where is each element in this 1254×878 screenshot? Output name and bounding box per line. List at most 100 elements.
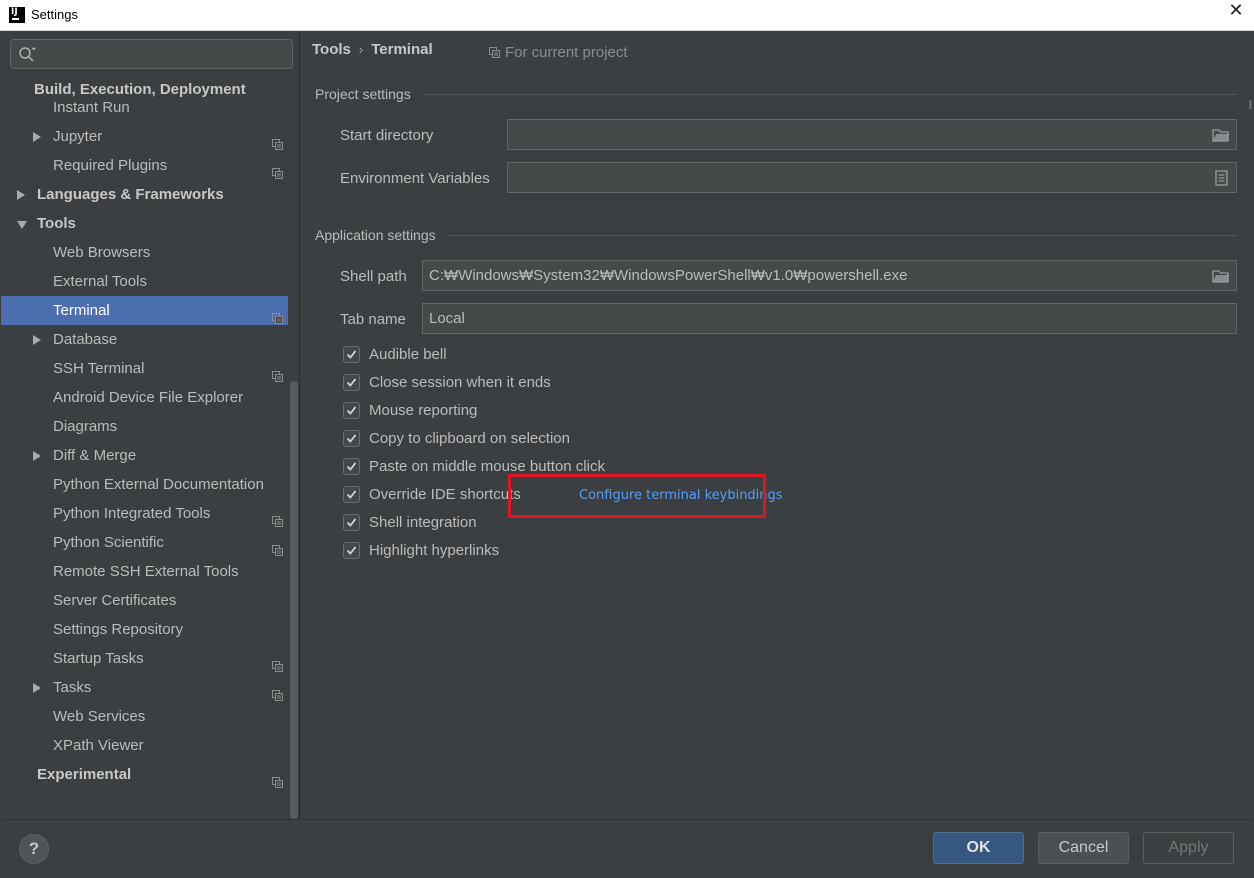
sidebar-item-startup-tasks[interactable]: Startup Tasks (1, 644, 288, 673)
sidebar-item-tools[interactable]: Tools (1, 209, 288, 238)
settings-sidebar: Gradle-Android CompilerInstant RunJupyte… (1, 31, 300, 819)
project-scope-icon (272, 131, 283, 150)
sidebar-scrollbar[interactable] (290, 381, 298, 819)
sidebar-item-diagrams[interactable]: Diagrams (1, 412, 288, 441)
tab-name-label: Tab name (340, 311, 406, 328)
window-titlebar: IJ Settings ✕ (0, 0, 1254, 31)
settings-content: Tools › Terminal For current project Proje… (301, 31, 1253, 819)
search-input[interactable] (10, 39, 293, 69)
checkbox-label: Audible bell (369, 346, 447, 363)
scope-indicator: For current project (489, 44, 628, 61)
sidebar-item-python-external-documentation[interactable]: Python External Documentation (1, 470, 288, 499)
sidebar-item-languages-frameworks[interactable]: Languages & Frameworks (1, 180, 288, 209)
content-scroll-marker (1249, 100, 1252, 109)
checkbox-label: Close session when it ends (369, 374, 551, 391)
sidebar-item-terminal[interactable]: Terminal (1, 296, 288, 325)
sidebar-item-jupyter[interactable]: Jupyter (1, 122, 288, 151)
project-scope-icon (272, 682, 283, 701)
sidebar-item-ssh-terminal[interactable]: SSH Terminal (1, 354, 288, 383)
folder-icon[interactable] (1212, 268, 1230, 284)
help-button[interactable]: ? (19, 834, 49, 864)
sidebar-item-label: Diagrams (53, 418, 118, 435)
shell-path-field[interactable]: C:₩Windows₩System32₩WindowsPowerShell₩v1… (422, 260, 1237, 291)
app-logo-icon: IJ (9, 7, 25, 23)
sidebar-item-label: Server Certificates (53, 592, 177, 609)
folder-icon[interactable] (1212, 127, 1230, 143)
section-divider (423, 94, 1236, 95)
project-scope-icon (272, 363, 283, 382)
sidebar-item-remote-ssh-external-tools[interactable]: Remote SSH External Tools (1, 557, 288, 586)
sidebar-item-label: Settings Repository (53, 621, 184, 638)
sidebar-item-label: External Tools (53, 273, 147, 290)
project-scope-icon (272, 653, 283, 672)
sidebar-item-android-device-file-explorer[interactable]: Android Device File Explorer (1, 383, 288, 412)
sidebar-item-label: Tasks (53, 679, 92, 696)
breadcrumb-parent[interactable]: Tools (312, 41, 351, 58)
cancel-button[interactable]: Cancel (1038, 832, 1129, 864)
expand-arrow-icon[interactable] (33, 683, 41, 693)
breadcrumb-current: Terminal (371, 41, 433, 58)
sidebar-item-label: Android Device File Explorer (53, 389, 244, 406)
sidebar-item-label: Python Integrated Tools (53, 505, 211, 522)
checkbox[interactable] (343, 374, 360, 391)
ok-button[interactable]: OK (933, 832, 1024, 864)
tree-sticky-header[interactable]: Build, Execution, Deployment (1, 77, 288, 99)
close-window-button[interactable]: ✕ (1218, 0, 1254, 31)
start-directory-label: Start directory (340, 127, 434, 144)
expand-arrow-icon[interactable] (33, 451, 41, 461)
checkbox[interactable] (343, 486, 360, 503)
expand-arrow-icon[interactable] (33, 335, 41, 345)
checkbox[interactable] (343, 430, 360, 447)
sidebar-item-diff-merge[interactable]: Diff & Merge (1, 441, 288, 470)
sidebar-item-python-integrated-tools[interactable]: Python Integrated Tools (1, 499, 288, 528)
project-scope-icon (272, 769, 283, 788)
sidebar-item-python-scientific[interactable]: Python Scientific (1, 528, 288, 557)
start-directory-field[interactable] (507, 119, 1237, 150)
checkbox[interactable] (343, 402, 360, 419)
project-scope-icon (272, 537, 283, 556)
window-title: Settings (31, 7, 78, 22)
sidebar-item-required-plugins[interactable]: Required Plugins (1, 151, 288, 180)
expand-arrow-icon[interactable] (17, 190, 25, 200)
sidebar-item-settings-repository[interactable]: Settings Repository (1, 615, 288, 644)
project-scope-icon (272, 305, 283, 324)
sidebar-item-web-services[interactable]: Web Services (1, 702, 288, 731)
application-settings-title: Application settings (315, 227, 436, 243)
checkbox-label: Mouse reporting (369, 402, 478, 419)
checkbox[interactable] (343, 458, 360, 475)
sidebar-item-experimental[interactable]: Experimental (1, 760, 288, 789)
settings-tree: Gradle-Android CompilerInstant RunJupyte… (1, 77, 299, 819)
tab-name-field[interactable]: Local (422, 303, 1237, 334)
dialog-footer: ? OK Cancel Apply (1, 819, 1253, 877)
sidebar-item-external-tools[interactable]: External Tools (1, 267, 288, 296)
sidebar-item-server-certificates[interactable]: Server Certificates (1, 586, 288, 615)
sidebar-item-label: Database (53, 331, 118, 348)
project-scope-icon (489, 47, 500, 58)
expand-arrow-icon[interactable] (33, 132, 41, 142)
sidebar-item-label: Required Plugins (53, 157, 168, 174)
environment-variables-field[interactable] (507, 162, 1237, 193)
sidebar-item-xpath-viewer[interactable]: XPath Viewer (1, 731, 288, 760)
collapse-arrow-icon[interactable] (17, 221, 27, 229)
sidebar-item-label: Startup Tasks (53, 650, 144, 667)
sidebar-item-label: SSH Terminal (53, 360, 145, 377)
sidebar-item-label: Diff & Merge (53, 447, 137, 464)
checkbox[interactable] (343, 514, 360, 531)
sidebar-item-tasks[interactable]: Tasks (1, 673, 288, 702)
project-settings-title: Project settings (315, 86, 411, 102)
checkbox[interactable] (343, 542, 360, 559)
sidebar-item-database[interactable]: Database (1, 325, 288, 354)
breadcrumb-separator: › (358, 42, 364, 57)
checkbox[interactable] (343, 346, 360, 363)
shell-path-value: C:₩Windows₩System32₩WindowsPowerShell₩v1… (429, 267, 908, 284)
sidebar-item-label: Terminal (53, 302, 110, 319)
checkbox-label: Override IDE shortcuts (369, 486, 521, 503)
search-icon (19, 47, 36, 62)
list-icon[interactable] (1212, 170, 1230, 186)
sidebar-item-label: XPath Viewer (53, 737, 144, 754)
apply-button[interactable]: Apply (1143, 832, 1234, 864)
sidebar-item-label: Jupyter (53, 128, 103, 145)
sidebar-item-web-browsers[interactable]: Web Browsers (1, 238, 288, 267)
sidebar-item-label: Languages & Frameworks (37, 186, 224, 203)
shell-path-label: Shell path (340, 268, 407, 285)
